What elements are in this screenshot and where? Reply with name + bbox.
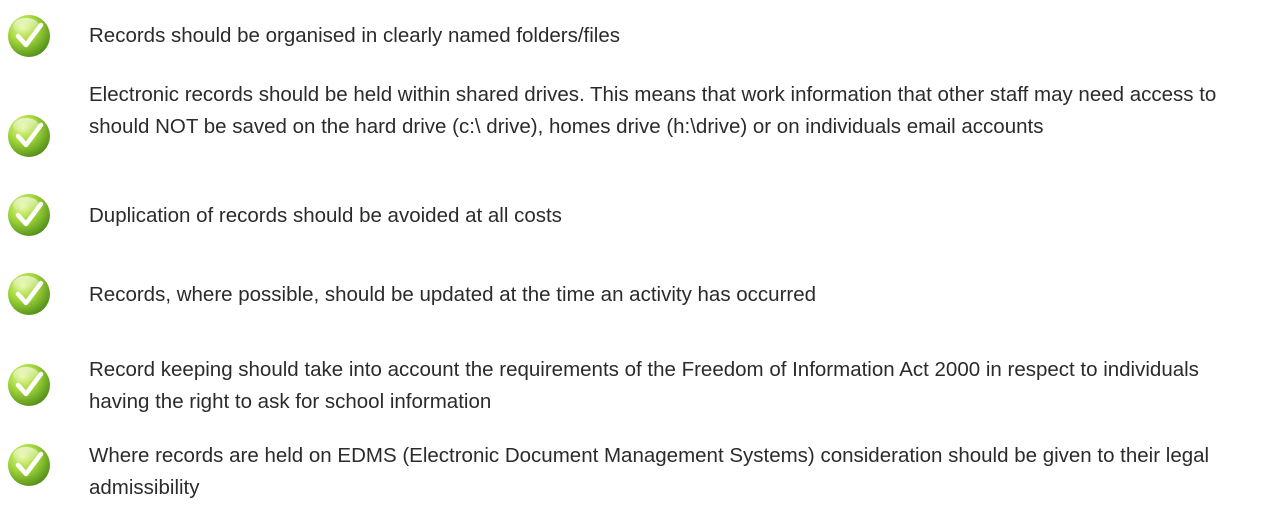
check-icon: [6, 113, 52, 159]
list-item-text: Where records are held on EDMS (Electron…: [89, 444, 1210, 499]
check-icon: [6, 362, 52, 408]
list-item-text: Records, where possible, should be updat…: [89, 283, 817, 306]
check-icon: [6, 442, 52, 488]
list-item-text: Record keeping should take into account …: [89, 358, 1199, 413]
checklist: Records should be organised in clearly n…: [0, 0, 1266, 515]
check-icon: [6, 13, 52, 59]
list-item-text: Electronic records should be held within…: [89, 83, 1217, 138]
list-item-text: Duplication of records should be avoided…: [89, 204, 562, 227]
list-item-text: Records should be organised in clearly n…: [89, 24, 621, 47]
check-icon: [6, 192, 52, 238]
check-icon: [6, 271, 52, 317]
